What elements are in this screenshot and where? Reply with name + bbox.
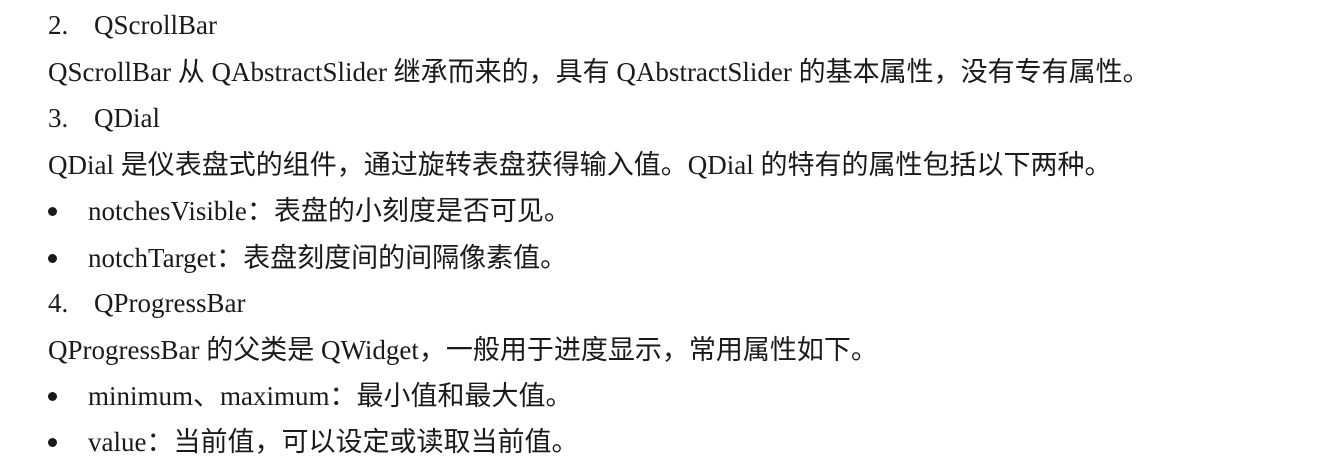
section-heading-qscrollbar: 2. QScrollBar bbox=[48, 8, 217, 42]
list-item-text: value：当前值，可以设定或读取当前值。 bbox=[88, 427, 579, 457]
list-item-text: notchTarget：表盘刻度间的间隔像素值。 bbox=[88, 243, 568, 273]
section-description-qscrollbar: QScrollBar 从 QAbstractSlider 继承而来的，具有 QA… bbox=[48, 57, 1150, 87]
list-item: minimum、maximum：最小值和最大值。 bbox=[48, 379, 573, 413]
section-heading-qprogressbar: 4. QProgressBar bbox=[48, 286, 245, 320]
section-title: QDial bbox=[94, 103, 160, 133]
section-number: 2. bbox=[48, 10, 69, 40]
bullet-icon bbox=[48, 392, 57, 402]
list-item: notchesVisible：表盘的小刻度是否可见。 bbox=[48, 194, 571, 228]
section-number: 4. bbox=[48, 288, 69, 318]
list-item: value：当前值，可以设定或读取当前值。 bbox=[48, 425, 578, 459]
list-item: notchTarget：表盘刻度间的间隔像素值。 bbox=[48, 241, 567, 275]
list-item-text: minimum、maximum：最小值和最大值。 bbox=[88, 381, 573, 411]
section-description-qprogressbar: QProgressBar 的父类是 QWidget，一般用于进度显示，常用属性如… bbox=[48, 335, 878, 365]
bullet-icon bbox=[48, 207, 57, 217]
section-heading-qdial: 3. QDial bbox=[48, 101, 160, 135]
bullet-icon bbox=[48, 254, 57, 264]
section-number: 3. bbox=[48, 103, 69, 133]
bullet-icon bbox=[48, 438, 57, 448]
section-title: QProgressBar bbox=[94, 288, 246, 318]
document-page: 2. QScrollBar QScrollBar 从 QAbstractSlide… bbox=[0, 0, 1330, 470]
section-title: QScrollBar bbox=[94, 10, 217, 40]
list-item-text: notchesVisible：表盘的小刻度是否可见。 bbox=[88, 196, 571, 226]
section-description-qdial: QDial 是仪表盘式的组件，通过旋转表盘获得输入值。QDial 的特有的属性包… bbox=[48, 150, 1112, 180]
